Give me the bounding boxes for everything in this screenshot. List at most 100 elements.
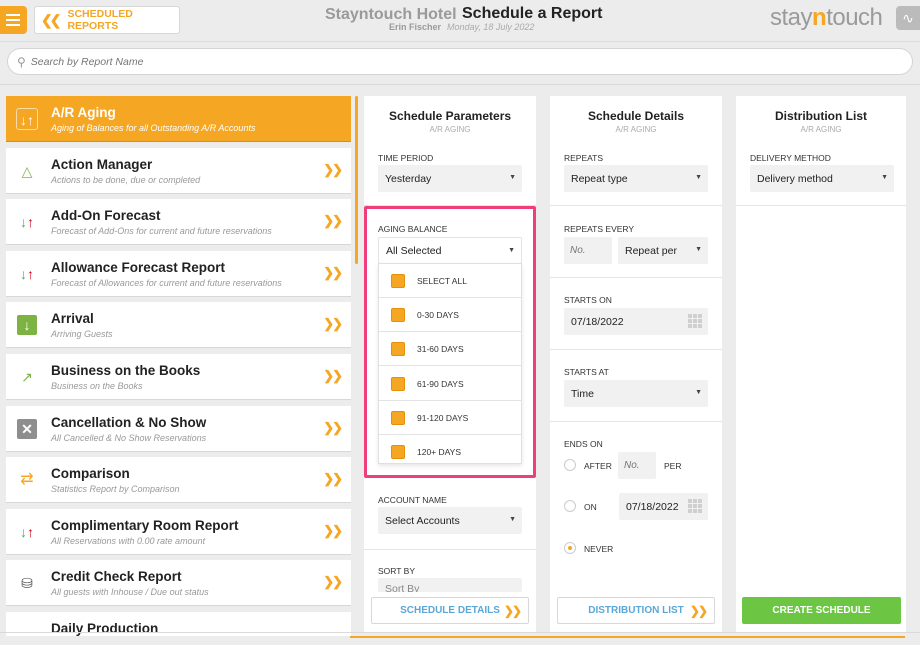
account-name-value: Select Accounts [385, 514, 460, 527]
search-input[interactable] [30, 55, 831, 68]
sort-by-select[interactable]: Sort By [378, 578, 522, 592]
report-title: Complimentary Room Report [51, 517, 239, 533]
report-subtitle: Aging of Balances for all Outstanding A/… [51, 123, 256, 133]
separator [550, 421, 722, 422]
starts-on-date-field[interactable]: 07/18/2022 [564, 308, 708, 335]
production-icon [16, 624, 38, 636]
chevron-right-icon: ❯❯ [323, 316, 343, 332]
arrival-icon: ↓ [17, 315, 37, 336]
distribution-list-button[interactable]: DISTRIBUTION LIST ❯❯ [557, 597, 715, 624]
report-title: Comparison [51, 466, 130, 482]
report-subtitle: All guests with Inhouse / Due out status [51, 587, 209, 598]
report-item-credit-check[interactable]: ⛁ Credit Check Report All guests with In… [6, 560, 351, 607]
chevron-right-icon: ❯❯ [323, 367, 343, 383]
delivery-method-select[interactable]: Delivery method ▼ [750, 165, 894, 192]
starts-on-value: 07/18/2022 [571, 315, 624, 328]
logo-text-n: n [812, 4, 827, 31]
page-title: Schedule a Report [462, 5, 603, 22]
report-title: Cancellation & No Show [51, 414, 207, 430]
starts-at-label: STARTS AT [564, 367, 609, 377]
aging-balance-highlight [364, 206, 536, 478]
report-title: Action Manager [51, 156, 153, 172]
after-label: AFTER [584, 461, 612, 471]
ends-never-radio[interactable] [564, 542, 576, 554]
button-label: SCHEDULE DETAILS [400, 605, 500, 616]
report-item-cancellation-no-show[interactable]: ✕ Cancellation & No Show All Cancelled &… [6, 405, 351, 452]
caret-down-icon: ▼ [509, 516, 516, 523]
starts-at-select[interactable]: Time ▼ [564, 380, 708, 407]
report-list-scrollbar[interactable] [355, 96, 358, 264]
ends-after-radio[interactable] [564, 459, 576, 471]
create-schedule-button[interactable]: CREATE SCHEDULE [742, 597, 901, 624]
panel-subtitle: A/R AGING [615, 125, 657, 134]
sort-by-label: SORT BY [378, 566, 416, 576]
report-item-allowance-forecast[interactable]: ↓↑ Allowance Forecast Report Forecast of… [6, 250, 351, 297]
never-label: NEVER [584, 544, 614, 554]
arrows-updown-icon: ↓↑ [16, 108, 38, 130]
business-date: Monday, 18 July 2022 [447, 22, 535, 32]
cancel-icon: ✕ [17, 418, 37, 439]
separator [550, 349, 722, 350]
repeats-select[interactable]: Repeat type ▼ [564, 165, 708, 192]
report-title: Allowance Forecast Report [51, 259, 226, 275]
schedule-details-button[interactable]: SCHEDULE DETAILS ❯❯ [371, 597, 529, 624]
trend-icon: ↗ [21, 368, 33, 385]
report-subtitle: Actions to be done, due or completed [51, 174, 201, 185]
double-chevron-left-icon: ❮❮ [41, 11, 62, 28]
chevron-right-icon: ❯❯ [323, 213, 343, 229]
report-title: Business on the Books [51, 362, 201, 378]
repeats-label: REPEATS [564, 153, 604, 163]
repeat-per-value: Repeat per [625, 244, 677, 257]
report-item-add-on-forecast[interactable]: ↓↑ Add-On Forecast Forecast of Add-Ons f… [6, 199, 351, 246]
chevron-right-icon: ❯❯ [323, 419, 343, 435]
delivery-method-value: Delivery method [757, 172, 833, 185]
per-label: PER [664, 461, 682, 471]
delivery-method-label: DELIVERY METHOD [750, 153, 831, 163]
arrows-updown-icon: ↓↑ [20, 214, 34, 231]
divider [0, 84, 920, 85]
separator [550, 277, 722, 278]
report-item-arrival[interactable]: ↓ Arrival Arriving Guests ❯❯ [6, 302, 351, 349]
search-icon: ⚲ [17, 54, 26, 69]
button-label: DISTRIBUTION LIST [588, 605, 684, 616]
repeat-per-select[interactable]: Repeat per ▼ [618, 237, 708, 264]
repeats-value: Repeat type [571, 172, 628, 185]
caret-down-icon: ▼ [881, 174, 888, 181]
ends-on-date-field[interactable]: 07/18/2022 [619, 493, 708, 520]
starts-at-value: Time [571, 387, 594, 400]
report-title: A/R Aging [51, 105, 116, 120]
report-item-comparison[interactable]: ⇄ Comparison Statistics Report by Compar… [6, 457, 351, 504]
menu-button[interactable] [0, 6, 27, 34]
user-name: Erin Fischer [389, 22, 442, 32]
calendar-icon[interactable] [688, 314, 702, 328]
separator [736, 205, 906, 206]
report-item-complimentary-room[interactable]: ↓↑ Complimentary Room Report All Reserva… [6, 508, 351, 555]
report-subtitle: Arriving Guests [51, 329, 113, 340]
on-label: ON [584, 502, 597, 512]
pulse-icon[interactable]: ∿ [896, 6, 920, 30]
back-button-label: SCHEDULED REPORTS [67, 8, 133, 32]
ends-after-count-input[interactable] [618, 452, 656, 479]
menu-icon-line [6, 19, 20, 21]
calendar-icon[interactable] [688, 499, 702, 513]
account-name-select[interactable]: Select Accounts ▼ [378, 507, 522, 534]
caret-down-icon: ▼ [695, 389, 702, 396]
ends-on-value: 07/18/2022 [626, 500, 679, 513]
chevron-right-icon: ❯❯ [503, 603, 522, 618]
horizontal-scrollbar[interactable] [350, 636, 905, 638]
report-list[interactable]: ↓↑ A/R Aging Aging of Balances for all O… [6, 96, 351, 636]
report-item-business-on-the-books[interactable]: ↗ Business on the Books Business on the … [6, 353, 351, 400]
repeats-every-input[interactable] [564, 237, 612, 264]
repeats-every-label: REPEATS EVERY [564, 224, 635, 234]
search-bar[interactable]: ⚲ [7, 48, 913, 75]
time-period-select[interactable]: Yesterday ▼ [378, 165, 522, 192]
report-item-action-manager[interactable]: △ Action Manager Actions to be done, due… [6, 147, 351, 194]
panel-subtitle: A/R AGING [429, 125, 471, 134]
report-item-ar-aging[interactable]: ↓↑ A/R Aging Aging of Balances for all O… [6, 96, 351, 142]
distribution-list-panel: Distribution List A/R AGING DELIVERY MET… [736, 96, 906, 632]
coins-icon: ⛁ [21, 575, 33, 592]
back-to-scheduled-reports-button[interactable]: ❮❮ SCHEDULED REPORTS [34, 6, 180, 34]
ends-on-radio[interactable] [564, 500, 576, 512]
separator [364, 549, 536, 550]
arrows-updown-icon: ↓↑ [20, 523, 34, 540]
